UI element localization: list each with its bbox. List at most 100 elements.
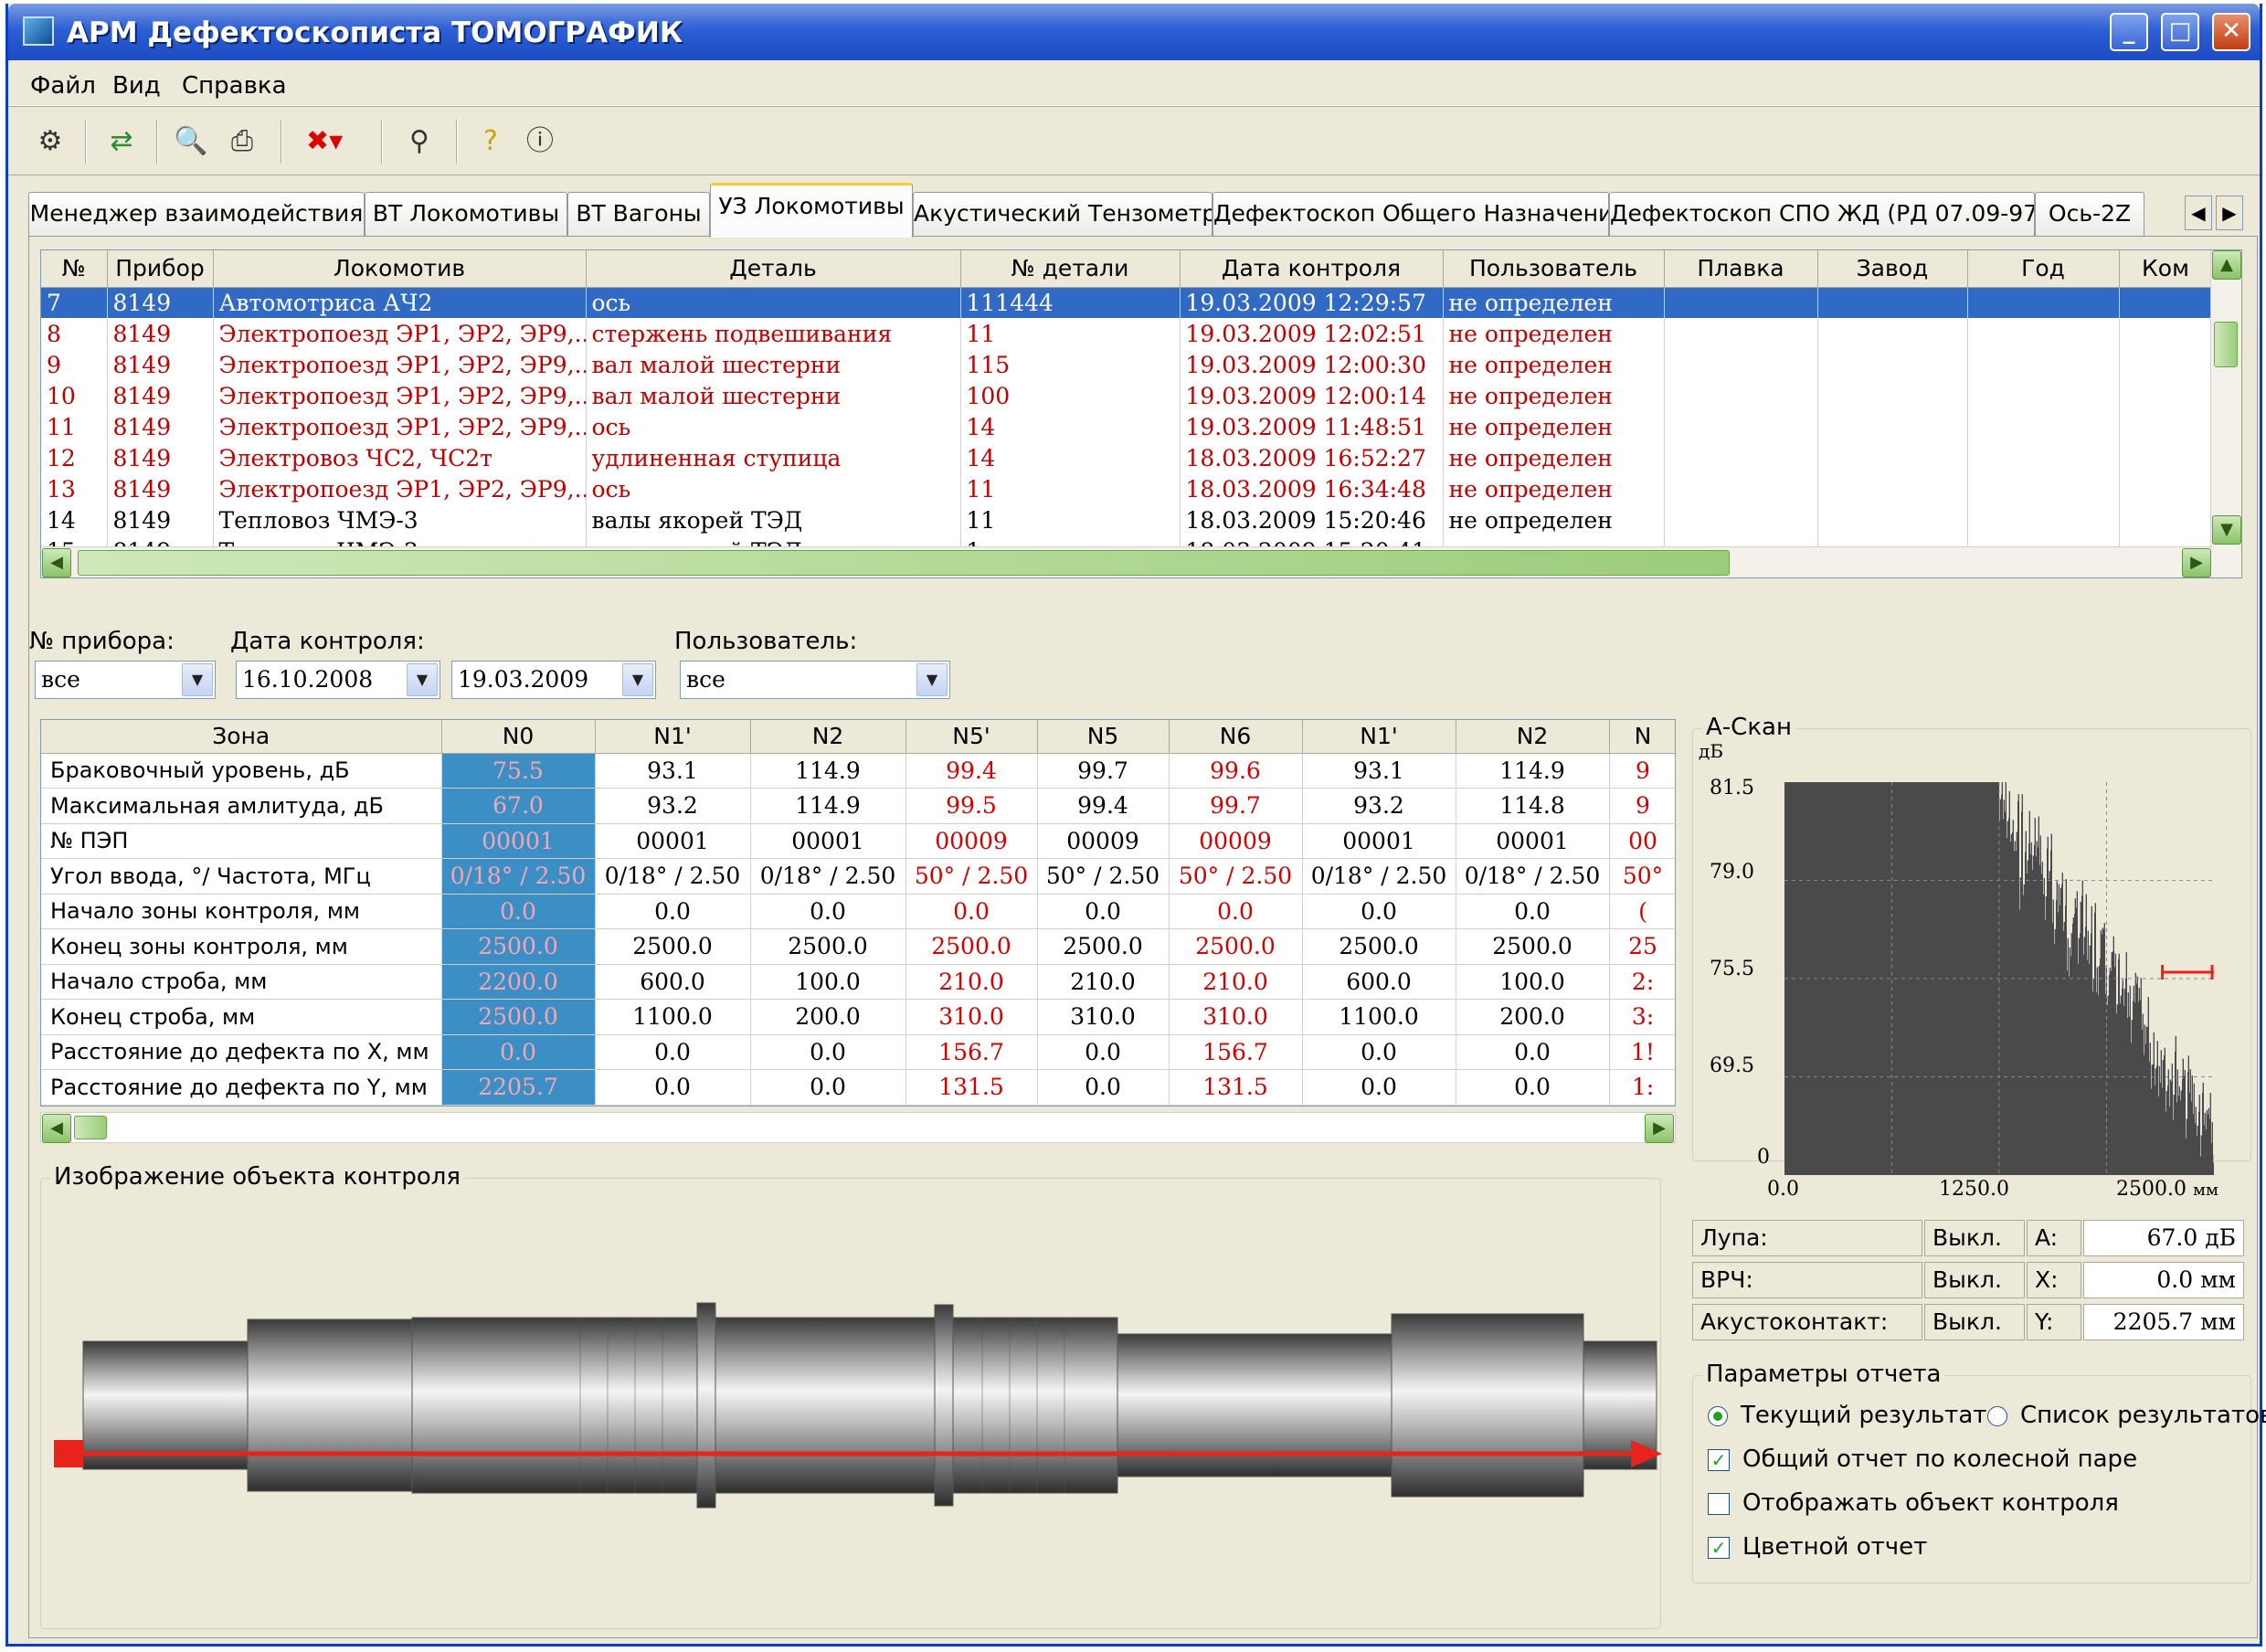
zone-value-cell[interactable]: 2500.0 xyxy=(1302,928,1456,965)
tab-scroll-left-button[interactable]: ◀ xyxy=(2185,196,2212,230)
zone-value-cell[interactable]: 114.8 xyxy=(1456,788,1610,824)
zone-value-cell[interactable]: 25 xyxy=(1609,928,1675,965)
zone-value-cell[interactable]: 0.0 xyxy=(595,894,751,929)
zone-value-cell[interactable]: 2500.0 xyxy=(441,928,596,965)
zone-value-cell[interactable]: 131.5 xyxy=(905,1069,1038,1106)
zone-value-cell[interactable]: 200.0 xyxy=(750,999,906,1035)
zone-value-cell[interactable]: 131.5 xyxy=(1169,1069,1303,1106)
zone-value-cell[interactable]: 00009 xyxy=(1169,823,1303,859)
records-header-cell[interactable]: Завод xyxy=(1817,250,1968,288)
acoustic-contact-value[interactable]: Выкл. xyxy=(1924,1304,2025,1340)
zone-value-cell[interactable]: 00009 xyxy=(905,823,1038,859)
zones-header-cell[interactable]: N1' xyxy=(1302,720,1456,754)
zone-value-cell[interactable]: 00 xyxy=(1609,823,1675,859)
checkbox-show-object[interactable]: Отображать объект контроля xyxy=(1708,1489,2119,1517)
radio-results-list[interactable]: Список результатов xyxy=(1987,1402,2266,1429)
table-row[interactable]: 8 8149 Электропоезд ЭР1, ЭР2, ЭР9,... стерж… xyxy=(41,318,2213,349)
scroll-right-button[interactable]: ▶ xyxy=(1645,1114,1674,1143)
zone-value-cell[interactable]: 2205.7 xyxy=(441,1069,596,1106)
chevron-down-icon[interactable]: ▼ xyxy=(182,663,213,696)
zone-value-cell[interactable]: 0.0 xyxy=(1037,1034,1170,1070)
zone-value-cell[interactable]: 0.0 xyxy=(595,1069,751,1106)
zone-value-cell[interactable]: 75.5 xyxy=(441,753,596,789)
zone-value-cell[interactable]: 0/18° / 2.50 xyxy=(750,858,906,895)
scroll-thumb[interactable] xyxy=(2214,322,2238,367)
delete-icon[interactable]: ✖▾ xyxy=(306,123,343,160)
zones-header-cell[interactable]: N0 xyxy=(441,720,596,754)
zone-value-cell[interactable]: 93.1 xyxy=(1302,753,1456,789)
connect-device-icon[interactable]: ⚙ xyxy=(32,123,69,160)
zones-header-cell[interactable]: Зона xyxy=(41,720,442,754)
zone-value-cell[interactable]: 9 xyxy=(1609,753,1675,789)
zone-value-cell[interactable]: 0.0 xyxy=(750,1069,906,1106)
zone-value-cell[interactable]: 0.0 xyxy=(1037,1069,1170,1106)
records-header-cell[interactable]: Локомотив xyxy=(213,250,587,288)
records-header-cell[interactable]: Пользователь xyxy=(1443,250,1665,288)
zone-value-cell[interactable]: 0.0 xyxy=(750,1034,906,1070)
checkbox-color-report[interactable]: ✓ Цветной отчет xyxy=(1708,1533,1927,1561)
zone-value-cell[interactable]: 2500.0 xyxy=(905,928,1038,965)
menu-view[interactable]: Вид xyxy=(112,72,161,100)
find-icon[interactable]: ⚲ xyxy=(401,123,438,160)
zones-header-cell[interactable]: N xyxy=(1609,720,1675,754)
zone-value-cell[interactable]: 99.5 xyxy=(905,788,1038,824)
zone-value-cell[interactable]: 156.7 xyxy=(1169,1034,1303,1070)
zone-value-cell[interactable]: 00001 xyxy=(1302,823,1456,859)
minimize-button[interactable]: _ xyxy=(2110,13,2148,51)
zone-value-cell[interactable]: 1: xyxy=(1609,1069,1675,1106)
zone-value-cell[interactable]: 00009 xyxy=(1037,823,1170,859)
zone-value-cell[interactable]: 156.7 xyxy=(905,1034,1038,1070)
zone-value-cell[interactable]: 114.9 xyxy=(750,788,906,824)
zone-value-cell[interactable]: 310.0 xyxy=(1169,999,1303,1035)
tab-uz-locomotives[interactable]: УЗ Локомотивы xyxy=(710,183,913,238)
zone-value-cell[interactable]: 3: xyxy=(1609,999,1675,1035)
zone-value-cell[interactable]: 1! xyxy=(1609,1034,1675,1070)
zone-value-cell[interactable]: 00001 xyxy=(1456,823,1610,859)
zone-value-cell[interactable]: 99.6 xyxy=(1169,753,1303,789)
magnifier-value[interactable]: Выкл. xyxy=(1924,1220,2025,1256)
zone-value-cell[interactable]: ( xyxy=(1609,894,1675,929)
zone-value-cell[interactable]: 0/18° / 2.50 xyxy=(441,858,596,895)
zone-value-cell[interactable]: 210.0 xyxy=(1037,964,1170,1000)
zone-value-cell[interactable]: 0/18° / 2.50 xyxy=(1302,858,1456,895)
scroll-thumb[interactable] xyxy=(78,550,1730,576)
zones-header-cell[interactable]: N2 xyxy=(750,720,906,754)
tab-axis-2z[interactable]: Ось-2Z xyxy=(2035,192,2144,236)
date-from-picker[interactable]: 16.10.2008 ▼ xyxy=(236,661,440,699)
zone-value-cell[interactable]: 0.0 xyxy=(1169,894,1303,929)
records-horizontal-scrollbar[interactable]: ◀ ▶ xyxy=(41,546,2212,577)
transfer-icon[interactable]: ⇄ xyxy=(103,123,140,160)
zone-value-cell[interactable]: 2: xyxy=(1609,964,1675,1000)
zones-header-cell[interactable]: N2 xyxy=(1456,720,1610,754)
zone-value-cell[interactable]: 0.0 xyxy=(1302,1034,1456,1070)
zone-value-cell[interactable]: 93.1 xyxy=(595,753,751,789)
zone-value-cell[interactable]: 99.7 xyxy=(1037,753,1170,789)
help-icon[interactable]: ? xyxy=(472,123,509,160)
scroll-left-button[interactable]: ◀ xyxy=(42,1114,71,1143)
zone-value-cell[interactable]: 1100.0 xyxy=(1302,999,1456,1035)
scroll-right-button[interactable]: ▶ xyxy=(2182,548,2211,577)
zone-value-cell[interactable]: 600.0 xyxy=(595,964,751,1000)
zones-horizontal-scrollbar[interactable]: ◀ ▶ xyxy=(40,1112,1676,1143)
zone-value-cell[interactable]: 0.0 xyxy=(441,1034,596,1070)
user-select[interactable]: все ▼ xyxy=(680,661,950,699)
zone-value-cell[interactable]: 00001 xyxy=(441,823,596,859)
zones-header-cell[interactable]: N6 xyxy=(1169,720,1303,754)
zone-value-cell[interactable]: 50° / 2.50 xyxy=(905,858,1038,895)
zone-value-cell[interactable]: 310.0 xyxy=(1037,999,1170,1035)
records-header-cell[interactable]: Год xyxy=(1967,250,2120,288)
zones-grid[interactable]: Зона N0 N1' N2 N5' N5 N6 N1' N2 N Браковочный уро… xyxy=(40,719,1676,1107)
zone-value-cell[interactable]: 210.0 xyxy=(1169,964,1303,1000)
zone-value-cell[interactable]: 2500.0 xyxy=(1037,928,1170,965)
zone-value-cell[interactable]: 99.4 xyxy=(905,753,1038,789)
zone-value-cell[interactable]: 0/18° / 2.50 xyxy=(1456,858,1610,895)
zone-value-cell[interactable]: 2500.0 xyxy=(441,999,596,1035)
table-row[interactable]: 13 8149 Электропоезд ЭР1, ЭР2, ЭР9,... ось 1… xyxy=(41,473,2213,504)
zone-value-cell[interactable]: 2500.0 xyxy=(1456,928,1610,965)
zone-value-cell[interactable]: 00001 xyxy=(595,823,751,859)
records-header-cell[interactable]: Дата контроля xyxy=(1180,250,1444,288)
records-header-cell[interactable]: Прибор xyxy=(107,250,214,288)
zone-value-cell[interactable]: 114.9 xyxy=(750,753,906,789)
device-select[interactable]: все ▼ xyxy=(35,661,216,699)
zones-header-cell[interactable]: N1' xyxy=(595,720,751,754)
